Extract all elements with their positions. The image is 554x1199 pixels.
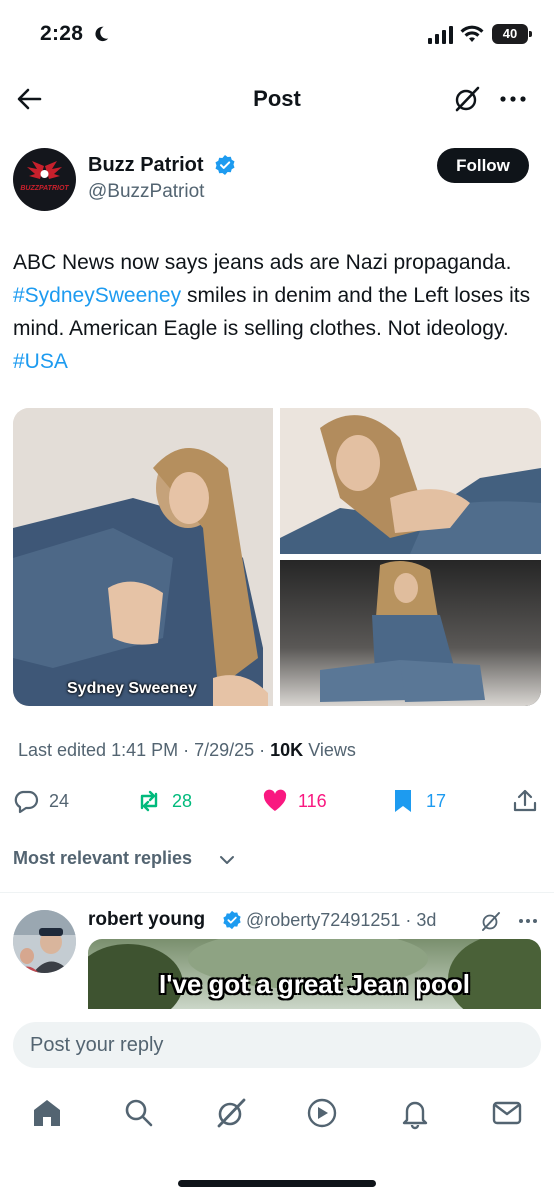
author-name[interactable]: Buzz Patriot (88, 154, 204, 177)
reply-input[interactable] (13, 1022, 541, 1068)
author-avatar[interactable]: BUZZPATRIOT (13, 148, 76, 211)
reply-author-name[interactable]: robert young (88, 909, 205, 931)
grok-icon[interactable] (480, 910, 502, 932)
post-actions: 24 28 116 17 (0, 784, 554, 818)
author-handle[interactable]: @BuzzPatriot (88, 181, 204, 203)
meme-caption: I've got a great Jean pool (158, 969, 471, 999)
signal-icon (428, 26, 453, 44)
reply-icon (14, 790, 39, 814)
home-icon (34, 1100, 60, 1126)
tab-grok[interactable] (214, 1096, 248, 1130)
reply-button[interactable]: 24 (13, 784, 69, 818)
reply-avatar-photo (13, 910, 76, 973)
repost-button[interactable]: 28 (136, 784, 192, 818)
post-text: ABC News now says jeans ads are Nazi pro… (13, 246, 541, 378)
photo-denim-crouching (280, 560, 541, 706)
verified-badge-icon (223, 910, 241, 930)
post-media-grid: Sydney Sweeney (13, 408, 541, 706)
edited-timestamp[interactable]: Last edited 1:41 PM · 7/29/25 (18, 740, 254, 760)
top-nav: Post (0, 72, 554, 126)
bell-icon (402, 1101, 428, 1130)
home-indicator (178, 1180, 376, 1187)
image-caption: Sydney Sweeney (67, 680, 197, 697)
meta-separator: · (254, 740, 271, 760)
grok-icon (217, 1098, 246, 1128)
hashtag-link[interactable]: #USA (13, 350, 68, 373)
svg-text:BUZZPATRIOT: BUZZPATRIOT (20, 185, 69, 192)
tab-notifications[interactable] (398, 1096, 432, 1130)
photo-denim-lying (13, 408, 273, 706)
bookmark-icon (395, 790, 411, 812)
post-image-2[interactable] (280, 408, 541, 554)
like-count: 116 (298, 790, 327, 811)
post-text-part: ABC News now says jeans ads are Nazi pro… (13, 251, 512, 274)
search-icon (125, 1099, 153, 1127)
more-icon[interactable] (516, 910, 540, 932)
follow-button[interactable]: Follow (437, 148, 529, 183)
bottom-tab-bar (0, 1080, 554, 1150)
photo-denim-reclining (280, 408, 541, 554)
post-meta: Last edited 1:41 PM · 7/29/25 · 10K View… (18, 740, 356, 761)
moon-icon (95, 26, 109, 42)
like-button[interactable]: 116 (262, 784, 327, 818)
reply-avatar[interactable] (13, 910, 76, 973)
verified-badge-icon (215, 155, 235, 175)
bookmark-button[interactable]: 17 (390, 784, 446, 818)
mail-icon (492, 1101, 522, 1125)
chevron-down-icon[interactable] (218, 851, 236, 869)
status-time: 2:28 (40, 22, 84, 45)
replies-sort-label[interactable]: Most relevant replies (13, 848, 192, 869)
grok-icon[interactable] (452, 84, 482, 114)
tab-videos[interactable] (305, 1096, 339, 1130)
repost-icon (140, 790, 158, 812)
bookmark-count: 17 (426, 790, 447, 811)
repost-count: 28 (172, 790, 193, 811)
battery-indicator: 40 (492, 24, 532, 44)
play-icon (307, 1098, 337, 1128)
post-image-1[interactable]: Sydney Sweeney (13, 408, 273, 706)
tab-home[interactable] (30, 1096, 64, 1130)
reply-count: 24 (49, 790, 70, 811)
heart-icon (263, 789, 287, 811)
reply-handle[interactable]: @roberty72491251 · 3d (246, 910, 436, 931)
wifi-icon (460, 25, 484, 42)
hashtag-link[interactable]: #SydneySweeney (13, 284, 181, 307)
reply-meme-image[interactable]: I've got a great Jean pool (88, 939, 541, 1009)
views-count: 10K (270, 740, 304, 760)
share-icon (513, 789, 537, 812)
tab-messages[interactable] (490, 1096, 524, 1130)
buzz-patriot-logo: BUZZPATRIOT (20, 161, 69, 192)
share-button[interactable] (512, 784, 548, 818)
divider (0, 892, 554, 893)
status-bar: 2:28 40 (0, 0, 554, 70)
post-image-3[interactable] (280, 560, 541, 706)
reply-composer (0, 1010, 554, 1080)
tab-search[interactable] (122, 1096, 156, 1130)
views-label: Views (303, 740, 356, 760)
more-icon[interactable] (496, 84, 530, 114)
